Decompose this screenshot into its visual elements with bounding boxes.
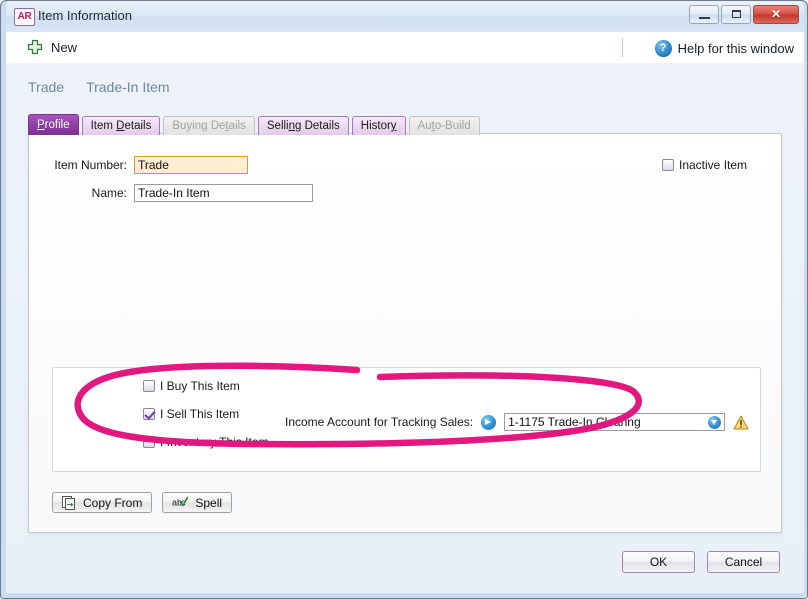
income-account-row: Income Account for Tracking Sales: 1-117… xyxy=(285,413,749,431)
buy-item-checkbox[interactable] xyxy=(143,380,155,392)
sell-item-checkbox[interactable] xyxy=(143,408,155,420)
income-account-label: Income Account for Tracking Sales: xyxy=(285,415,473,429)
warning-triangle-icon xyxy=(733,415,749,430)
help-button-label: Help for this window xyxy=(678,41,794,56)
maximize-button[interactable] xyxy=(721,5,751,24)
close-icon: ✕ xyxy=(754,6,798,23)
breadcrumb: Trade Trade-In Item xyxy=(28,79,170,95)
cancel-button[interactable]: Cancel xyxy=(707,551,780,573)
tab-profile[interactable]: Profile xyxy=(28,114,79,135)
blue-arrow-icon[interactable] xyxy=(481,415,496,430)
copy-from-button[interactable]: Copy From xyxy=(52,492,152,513)
tab-profile-label-rest: rofile xyxy=(45,119,70,131)
toolbar: New ? Help for this window xyxy=(6,32,804,64)
tab-history[interactable]: History xyxy=(352,116,406,135)
window-inner: AR Item Information ✕ New ? xyxy=(6,1,804,593)
plus-icon xyxy=(26,39,44,57)
tab-item-details[interactable]: Item Details xyxy=(82,116,161,135)
buy-item-checkbox-row[interactable]: I Buy This Item xyxy=(143,379,269,393)
new-button[interactable]: New xyxy=(20,35,83,60)
name-input[interactable] xyxy=(134,184,313,202)
chevron-down-icon[interactable] xyxy=(708,416,721,429)
tab-selling-details[interactable]: Selling Details xyxy=(258,116,349,135)
inventory-item-label: I Inventory This Item xyxy=(160,435,269,449)
window-frame: AR Item Information ✕ New ? xyxy=(0,0,808,599)
breadcrumb-item-name: Trade-In Item xyxy=(86,79,170,95)
panel-action-buttons: Copy From ab c Spell xyxy=(52,492,232,513)
minimize-button[interactable] xyxy=(689,5,719,24)
spell-label: Spell xyxy=(195,496,222,510)
dialog-buttons: OK Cancel xyxy=(622,551,780,573)
copy-document-icon xyxy=(62,496,76,510)
ok-button[interactable]: OK xyxy=(622,551,695,573)
item-number-row: Item Number: xyxy=(47,156,248,174)
question-mark-icon: ? xyxy=(655,40,672,57)
item-type-groupbox: I Buy This Item I Sell This Item I Inven… xyxy=(52,367,761,472)
breadcrumb-item-number: Trade xyxy=(28,79,64,95)
spell-button[interactable]: ab c Spell xyxy=(162,492,232,513)
spellcheck-icon: ab c xyxy=(172,496,188,509)
item-type-checkbox-list: I Buy This Item I Sell This Item I Inven… xyxy=(143,379,269,449)
new-button-label: New xyxy=(51,40,77,55)
inactive-item-checkbox[interactable] xyxy=(662,159,674,171)
item-number-label: Item Number: xyxy=(47,158,127,172)
title-bar: AR Item Information ✕ xyxy=(6,1,804,32)
name-row: Name: xyxy=(47,184,313,202)
window-title: Item Information xyxy=(38,7,132,25)
sell-item-label: I Sell This Item xyxy=(160,407,239,421)
toolbar-separator xyxy=(622,38,623,57)
inactive-item-checkbox-row[interactable]: Inactive Item xyxy=(662,158,747,172)
buy-item-label: I Buy This Item xyxy=(160,379,240,393)
tab-buying-details: Buying Details xyxy=(163,116,255,135)
tab-strip: Profile Item Details Buying Details Sell… xyxy=(28,114,480,135)
window-controls: ✕ xyxy=(689,5,799,24)
inactive-item-label: Inactive Item xyxy=(679,158,747,172)
inventory-item-checkbox[interactable] xyxy=(143,436,155,448)
tab-auto-build: Auto-Build xyxy=(409,116,480,135)
close-button[interactable]: ✕ xyxy=(753,5,799,24)
copy-from-label: Copy From xyxy=(83,496,142,510)
item-number-input[interactable] xyxy=(134,156,248,174)
app-badge-icon: AR xyxy=(14,8,35,26)
income-account-field[interactable]: 1-1175 Trade-In Clearing xyxy=(504,413,725,431)
page-body: Trade Trade-In Item Profile Item Details… xyxy=(6,63,804,593)
name-label: Name: xyxy=(47,186,127,200)
inventory-item-checkbox-row[interactable]: I Inventory This Item xyxy=(143,435,269,449)
sell-item-checkbox-row[interactable]: I Sell This Item xyxy=(143,407,269,421)
income-account-value: 1-1175 Trade-In Clearing xyxy=(508,415,641,429)
profile-panel: Item Number: Name: Inactive Item xyxy=(28,133,782,533)
help-button[interactable]: ? Help for this window xyxy=(655,36,794,60)
